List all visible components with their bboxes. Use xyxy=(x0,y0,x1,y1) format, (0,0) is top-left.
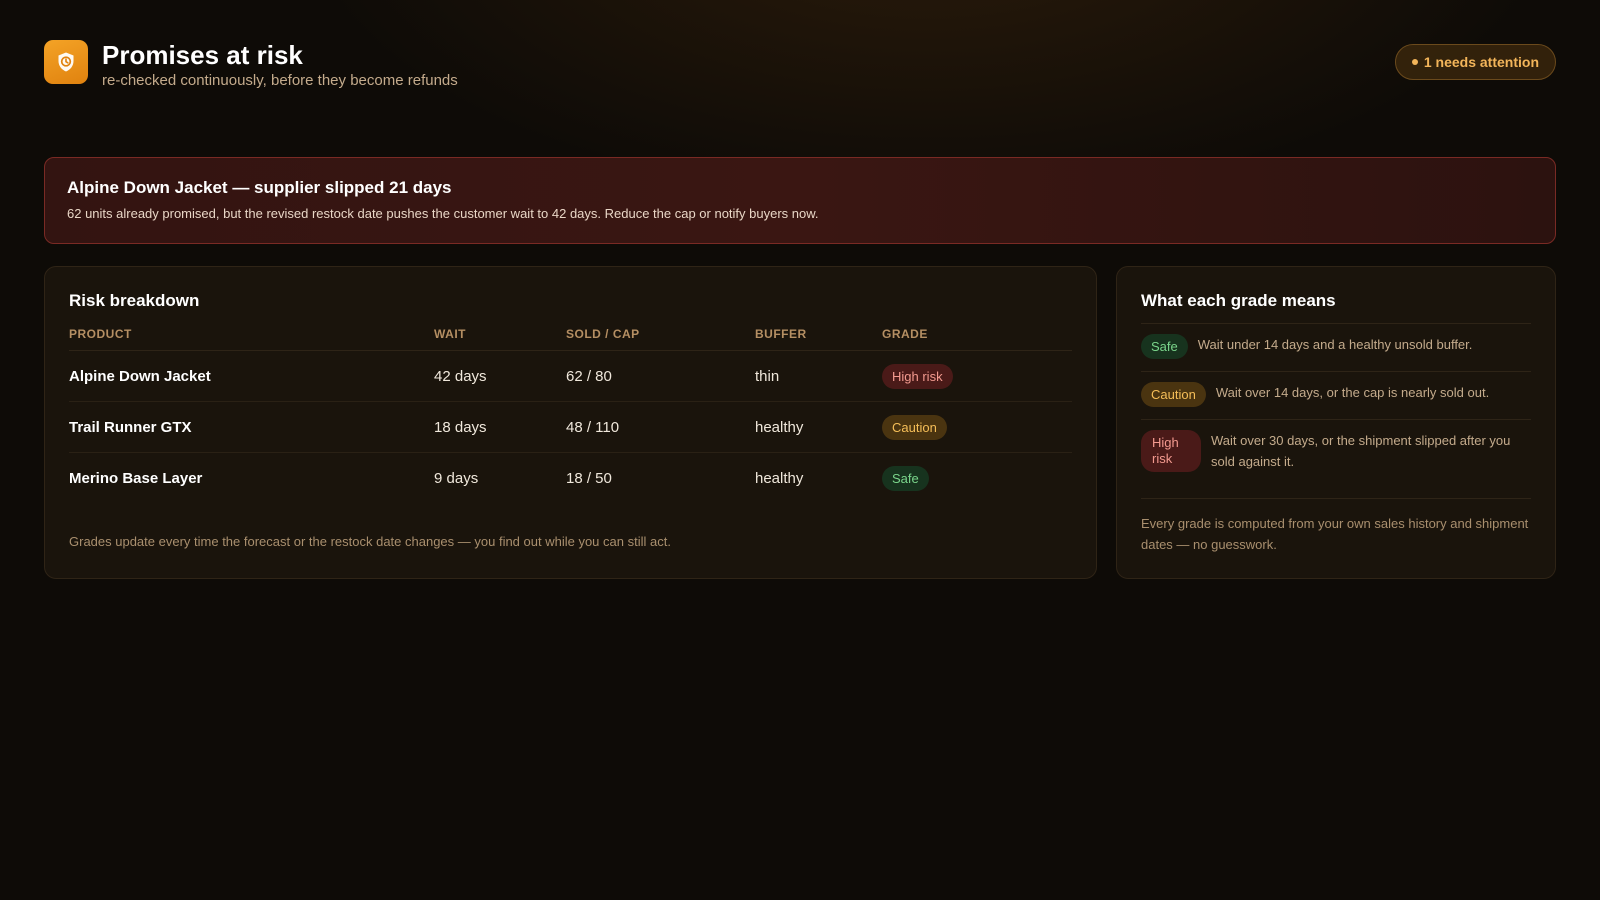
risk-table: PRODUCT WAIT SOLD / CAP BUFFER GRADE Alp… xyxy=(69,323,1072,504)
legend-text: Wait over 14 days, or the cap is nearly … xyxy=(1215,385,1490,400)
column-header-sold-cap: SOLD / CAP xyxy=(566,323,755,351)
cell-sold-cap: 48 / 110 xyxy=(566,401,755,453)
grade-badge: High risk xyxy=(882,363,953,389)
risk-breakdown-panel: Risk breakdown PRODUCT WAIT SOLD / CAP B… xyxy=(44,266,1097,579)
cell-product: Merino Base Layer xyxy=(69,469,203,487)
legend-item-caution: Caution Wait over 14 days, or the cap is… xyxy=(1141,371,1531,419)
table-row[interactable]: Alpine Down Jacket 42 days 62 / 80 thin … xyxy=(69,350,1072,402)
grade-badge: Caution xyxy=(882,414,947,440)
column-header-product: PRODUCT xyxy=(69,323,434,351)
cell-buffer: thin xyxy=(755,350,882,402)
cell-buffer: healthy xyxy=(755,469,804,487)
cell-buffer: healthy xyxy=(755,401,882,453)
table-row[interactable]: Merino Base Layer 9 days 18 / 50 healthy… xyxy=(69,453,1072,504)
cell-grade: Safe xyxy=(882,453,1072,504)
page-title: Promises at risk xyxy=(102,40,303,70)
title-block: Promises at risk re-checked continuously… xyxy=(102,40,458,89)
breakdown-footnote: Grades update every time the forecast or… xyxy=(69,533,671,549)
status-dot-icon xyxy=(1411,59,1418,65)
cell-wait: 18 days xyxy=(434,401,566,453)
panel-title: Risk breakdown xyxy=(69,291,200,310)
legend-text: Wait over 30 days, or the shipment slipp… xyxy=(1211,433,1511,469)
panel-title: What each grade means xyxy=(1141,291,1336,310)
legend-list: Safe Wait under 14 days and a healthy un… xyxy=(1141,323,1531,484)
cell-product: Trail Runner GTX xyxy=(69,401,434,453)
panels: Risk breakdown PRODUCT WAIT SOLD / CAP B… xyxy=(44,266,1556,579)
table-header-row: PRODUCT WAIT SOLD / CAP BUFFER GRADE xyxy=(69,323,1072,351)
grade-legend-panel: What each grade means Safe Wait under 14… xyxy=(1116,266,1556,579)
cell-grade: High risk xyxy=(882,350,1072,402)
cell-product: Alpine Down Jacket xyxy=(69,350,434,402)
attention-label: 1 needs attention xyxy=(1423,54,1539,70)
column-header-grade: GRADE xyxy=(882,323,1072,351)
shield-clock-icon xyxy=(44,40,88,84)
legend-item-high-risk: High risk Wait over 30 days, or the ship… xyxy=(1141,419,1531,484)
grade-badge: Safe xyxy=(1141,334,1188,359)
column-header-wait: WAIT xyxy=(434,323,566,351)
alert-title: Alpine Down Jacket — supplier slipped 21… xyxy=(67,178,452,197)
cell-sold-cap: 62 / 80 xyxy=(566,350,755,402)
legend-item-safe: Safe Wait under 14 days and a healthy un… xyxy=(1141,323,1531,371)
grade-badge: Safe xyxy=(882,465,929,491)
page: Promises at risk re-checked continuously… xyxy=(0,0,1600,900)
column-header-buffer: BUFFER xyxy=(755,323,882,351)
legend-footnote: Every grade is computed from your own sa… xyxy=(1141,498,1531,555)
table-row[interactable]: Trail Runner GTX 18 days 48 / 110 health… xyxy=(69,401,1072,453)
grade-badge: High risk xyxy=(1141,430,1201,472)
attention-badge[interactable]: 1 needs attention xyxy=(1394,44,1556,80)
cell-wait: 9 days xyxy=(434,469,479,487)
page-subtitle: re-checked continuously, before they bec… xyxy=(102,72,458,89)
legend-text: Wait under 14 days and a healthy unsold … xyxy=(1197,337,1473,352)
header: Promises at risk re-checked continuously… xyxy=(44,40,1556,98)
grade-badge: Caution xyxy=(1141,382,1206,407)
cell-grade: Caution xyxy=(882,401,1072,453)
cell-sold-cap: 18 / 50 xyxy=(566,469,612,487)
brand: Promises at risk re-checked continuously… xyxy=(44,40,458,89)
alert-text: 62 units already promised, but the revis… xyxy=(67,206,819,221)
cell-wait: 42 days xyxy=(434,350,566,402)
alert-banner: Alpine Down Jacket — supplier slipped 21… xyxy=(44,157,1556,244)
